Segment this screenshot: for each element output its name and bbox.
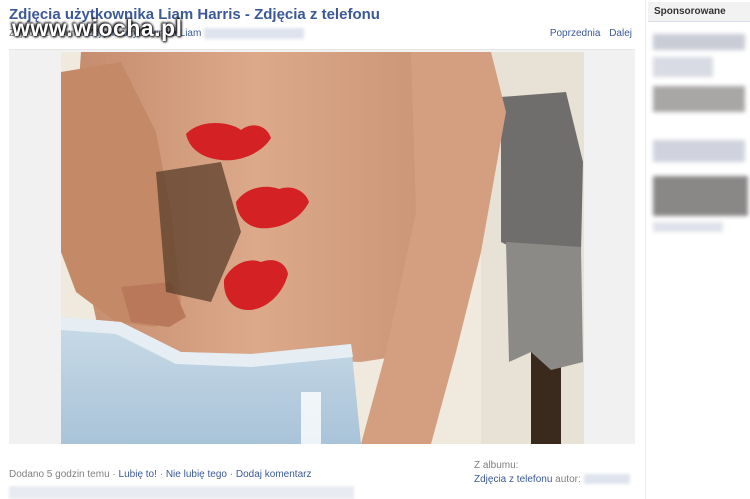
sponsored-sidebar: Sponsorowane	[645, 0, 750, 499]
tattoo-photo[interactable]	[61, 52, 584, 444]
separator: ·	[159, 469, 164, 480]
album-link[interactable]: Zdjęcia z telefonu	[474, 474, 552, 485]
photo-viewer: Zdjęcia użytkownika Liam Harris - Zdjęci…	[0, 0, 640, 499]
ad-text	[653, 57, 713, 77]
sidebar-title: Sponsorowane	[648, 2, 750, 22]
like-link[interactable]: Lubię to!	[119, 469, 157, 480]
photo-pager: Poprzednia Dalej	[544, 28, 632, 39]
ad-title[interactable]	[653, 34, 745, 50]
separator: ·	[229, 469, 234, 480]
separator: ·	[112, 469, 116, 480]
photo-frame	[9, 49, 635, 444]
album-info: Z albumu: Zdjęcia z telefonu autor:	[474, 459, 630, 487]
ad-image[interactable]	[653, 176, 748, 216]
watermark-text: www.wiocha.pl	[12, 15, 183, 41]
added-time: Dodano 5 godzin temu	[9, 469, 110, 480]
blurred-comment	[9, 486, 354, 499]
add-comment-link[interactable]: Dodaj komentarz	[236, 469, 312, 480]
blurred-author	[583, 474, 630, 485]
tattoo-photo-image	[61, 52, 584, 444]
dislike-link[interactable]: Nie lubię tego	[166, 469, 227, 480]
author-label: autor:	[555, 474, 581, 485]
prev-link[interactable]: Poprzednia	[550, 28, 601, 39]
ad-title[interactable]	[653, 140, 745, 162]
blurred-name	[204, 28, 305, 39]
ad-text	[653, 222, 723, 232]
photo-actions: Dodano 5 godzin temu · Lubię to! · Nie l…	[9, 469, 311, 480]
ad-image[interactable]	[653, 86, 745, 112]
next-link[interactable]: Dalej	[609, 28, 632, 39]
album-label: Z albumu:	[474, 460, 519, 471]
